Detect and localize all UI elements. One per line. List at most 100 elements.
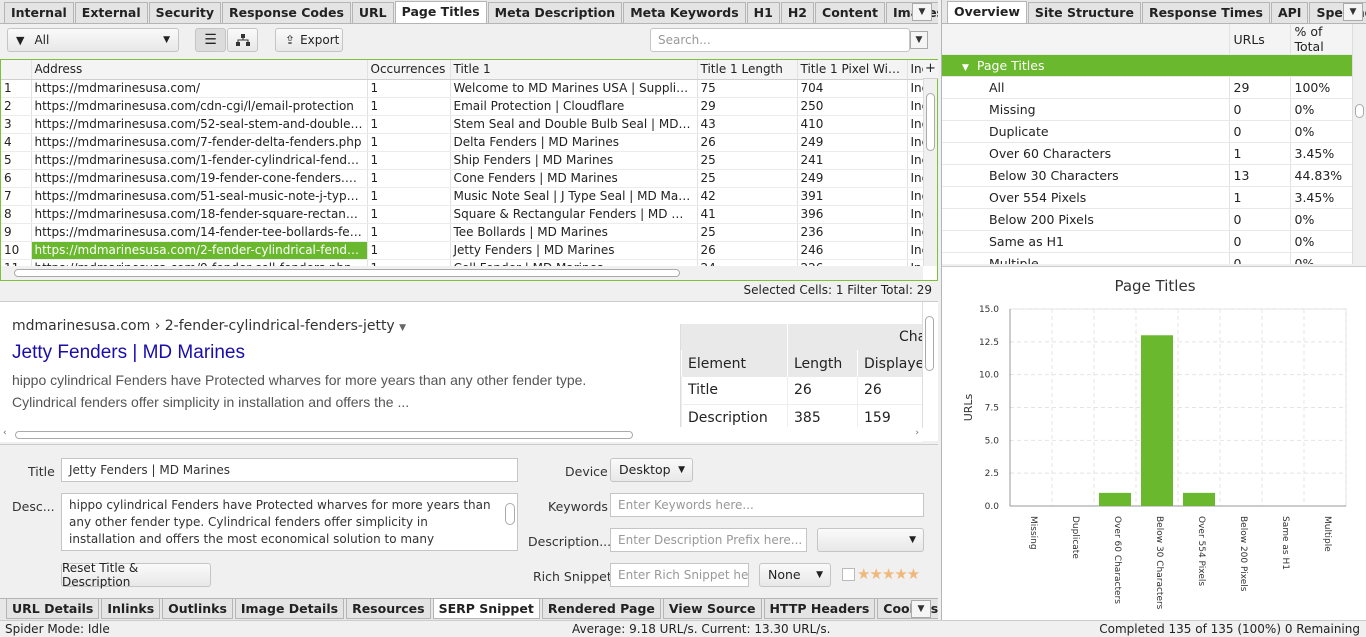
filter-dropdown[interactable]: ▼ All ▼ [7, 28, 179, 52]
tab-meta-keywords[interactable]: Meta Keywords [623, 2, 746, 23]
list-view-button[interactable]: ☰ [195, 28, 226, 52]
right-tab-api[interactable]: API [1270, 2, 1309, 23]
title-input[interactable]: Jetty Fenders | MD Marines [61, 458, 518, 482]
description-prefix-input[interactable]: Enter Description Prefix here... [610, 528, 807, 552]
table-row[interactable]: 6 https://mdmarinesusa.com/19-fender-cone… [1, 169, 923, 188]
table-row[interactable]: 9 https://mdmarinesusa.com/14-fender-tee-… [1, 223, 923, 242]
bottom-tab-view-source[interactable]: View Source [662, 599, 762, 619]
tab-url[interactable]: URL [351, 2, 394, 23]
tab-meta-description[interactable]: Meta Description [487, 2, 623, 23]
search-dropdown-button[interactable]: ▼ [910, 31, 928, 49]
column-header-title-1[interactable]: Title 1 [450, 60, 698, 80]
description-scrollbar[interactable] [505, 503, 515, 525]
tab-content[interactable]: Content [815, 2, 886, 23]
tree-view-button[interactable] [227, 28, 258, 52]
tab-h1[interactable]: H1 [746, 2, 780, 23]
table-row[interactable]: 5 https://mdmarinesusa.com/1-fender-cylin… [1, 151, 923, 170]
table-cell: Inc [907, 241, 923, 260]
description-textarea[interactable]: hippo cylindrical Fenders have Protected… [61, 493, 518, 551]
keywords-input[interactable]: Enter Keywords here... [610, 493, 924, 517]
overview-cell: Over 554 Pixels [942, 186, 1230, 209]
table-row[interactable]: 2 https://mdmarinesusa.com/cdn-cgi/l/emai… [1, 97, 923, 116]
rich-snippet-input[interactable]: Enter Rich Snippet here [610, 563, 749, 587]
table-row[interactable]: 8 https://mdmarinesusa.com/18-fender-squa… [1, 205, 923, 224]
device-select[interactable]: Desktop ▼ [610, 458, 693, 482]
overview-header-blank [942, 24, 1230, 55]
export-button[interactable]: ⇪ Export [275, 28, 343, 52]
rating-stars[interactable]: ★★★★★ [857, 565, 920, 583]
column-header-occurrences[interactable]: Occurrences [367, 60, 451, 80]
reset-title-description-button[interactable]: Reset Title & Description [61, 561, 211, 589]
table-row[interactable]: 3 https://mdmarinesusa.com/52-seal-stem-a… [1, 115, 923, 134]
column-header-title-1-length[interactable]: Title 1 Length [697, 60, 798, 80]
tab-internal[interactable]: Internal [4, 2, 74, 23]
grid-horizontal-scrollbar[interactable] [1, 266, 923, 280]
rich-snippet-select[interactable]: None ▼ [759, 563, 831, 587]
bottom-tab-outlinks[interactable]: Outlinks [162, 599, 233, 619]
top-tabs-overflow-button[interactable]: ▼ [912, 3, 932, 21]
column-header-title-1-pixel-width[interactable]: Title 1 Pixel Width [797, 60, 908, 80]
overview-row-over-60-characters[interactable]: Over 60 Characters 1 3.45% [942, 142, 1352, 165]
table-row[interactable]: 10 https://mdmarinesusa.com/2-fender-cyli… [1, 241, 923, 260]
tab-security[interactable]: Security [148, 2, 222, 23]
overview-section-page-titles[interactable]: ▼ Page Titles [942, 54, 1352, 77]
bottom-tabs-overflow-button[interactable]: ▼ [911, 600, 931, 618]
tab-external[interactable]: External [74, 2, 148, 23]
serp-title[interactable]: Jetty Fenders | MD Marines [12, 342, 245, 364]
chart-y-tick-label: 12.5 [979, 338, 999, 348]
rating-checkbox[interactable] [842, 568, 855, 581]
description-prefix-select[interactable]: ▼ [817, 528, 924, 552]
column-header-index[interactable] [1, 60, 32, 80]
bottom-tab-http-headers[interactable]: HTTP Headers [763, 599, 876, 619]
table-row[interactable]: 1 https://mdmarinesusa.com/1 Welcome to MD… [1, 79, 923, 98]
scroll-left-icon[interactable]: ‹ [3, 428, 7, 438]
right-tab-site-structure[interactable]: Site Structure [1027, 2, 1141, 23]
table-cell: 11 [1, 259, 32, 266]
table-row[interactable]: 4 https://mdmarinesusa.com/7-fender-delta… [1, 133, 923, 152]
bottom-tab-url-details[interactable]: URL Details [6, 599, 100, 619]
search-input[interactable]: Search... [650, 28, 910, 52]
overview-row-missing[interactable]: Missing 0 0% [942, 98, 1352, 121]
right-tab-overview[interactable]: Overview [947, 1, 1027, 23]
table-cell: 704 [797, 79, 908, 98]
bottom-tab-serp-snippet[interactable]: SERP Snippet [432, 599, 540, 619]
serp-vertical-scrollbar[interactable] [922, 302, 936, 428]
overview-row-duplicate[interactable]: Duplicate 0 0% [942, 120, 1352, 143]
right-tabs-overflow-button[interactable]: ▼ [1343, 3, 1363, 21]
bottom-tab-bar: URL Details Inlinks Outlinks Image Details R… [0, 598, 938, 620]
chart-title: Page Titles [1114, 277, 1195, 295]
table-cell: 1 [367, 79, 451, 98]
scroll-right-icon[interactable]: › [915, 428, 919, 438]
add-column-icon[interactable]: + [923, 60, 938, 79]
overview-row-same-as-h1[interactable]: Same as H1 0 0% [942, 230, 1352, 253]
tab-page-titles[interactable]: Page Titles [394, 1, 487, 23]
column-header-address[interactable]: Address [31, 60, 368, 80]
chart-bar-below-30-characters[interactable] [1141, 335, 1173, 506]
grid-vertical-scrollbar[interactable] [923, 79, 937, 266]
bottom-tab-inlinks[interactable]: Inlinks [101, 599, 161, 619]
column-header-inc[interactable]: Inc [907, 60, 923, 80]
tab-h2[interactable]: H2 [780, 2, 815, 23]
bottom-tab-image-details[interactable]: Image Details [234, 599, 345, 619]
serp-table-header: Length [787, 350, 858, 377]
overview-row-below-200-pixels[interactable]: Below 200 Pixels 0 0% [942, 208, 1352, 231]
tab-response-codes[interactable]: Response Codes [222, 2, 351, 23]
overview-row-below-30-characters[interactable]: Below 30 Characters 13 44.83% [942, 164, 1352, 187]
overview-row-over-554-pixels[interactable]: Over 554 Pixels 1 3.45% [942, 186, 1352, 209]
chart-bar-over-554-pixels[interactable] [1183, 492, 1215, 506]
overview-row-all[interactable]: All 29 100% [942, 76, 1352, 99]
serp-horizontal-scrollbar[interactable]: ‹ › [0, 428, 922, 442]
table-cell: Inc [907, 259, 923, 266]
table-cell: https://mdmarinesusa.com/52-seal-stem-an… [31, 115, 368, 134]
bottom-tab-rendered-page[interactable]: Rendered Page [541, 599, 661, 619]
table-cell: 41 [697, 205, 798, 224]
chart-x-tick-label: Multiple [1322, 516, 1332, 552]
overview-scrollbar[interactable] [1352, 24, 1366, 264]
overview-row-multiple[interactable]: Multiple 0 0% [942, 252, 1352, 264]
table-row[interactable]: 7 https://mdmarinesusa.com/51-seal-music-… [1, 187, 923, 206]
chart-y-axis-label: URLs [962, 393, 975, 421]
right-tab-response-times[interactable]: Response Times [1141, 2, 1270, 23]
bottom-tab-resources[interactable]: Resources [346, 599, 431, 619]
chart-bar-over-60-characters[interactable] [1099, 492, 1131, 506]
table-row[interactable]: 11https://mdmarinesusa.com/9-fender-cell… [1, 259, 923, 266]
